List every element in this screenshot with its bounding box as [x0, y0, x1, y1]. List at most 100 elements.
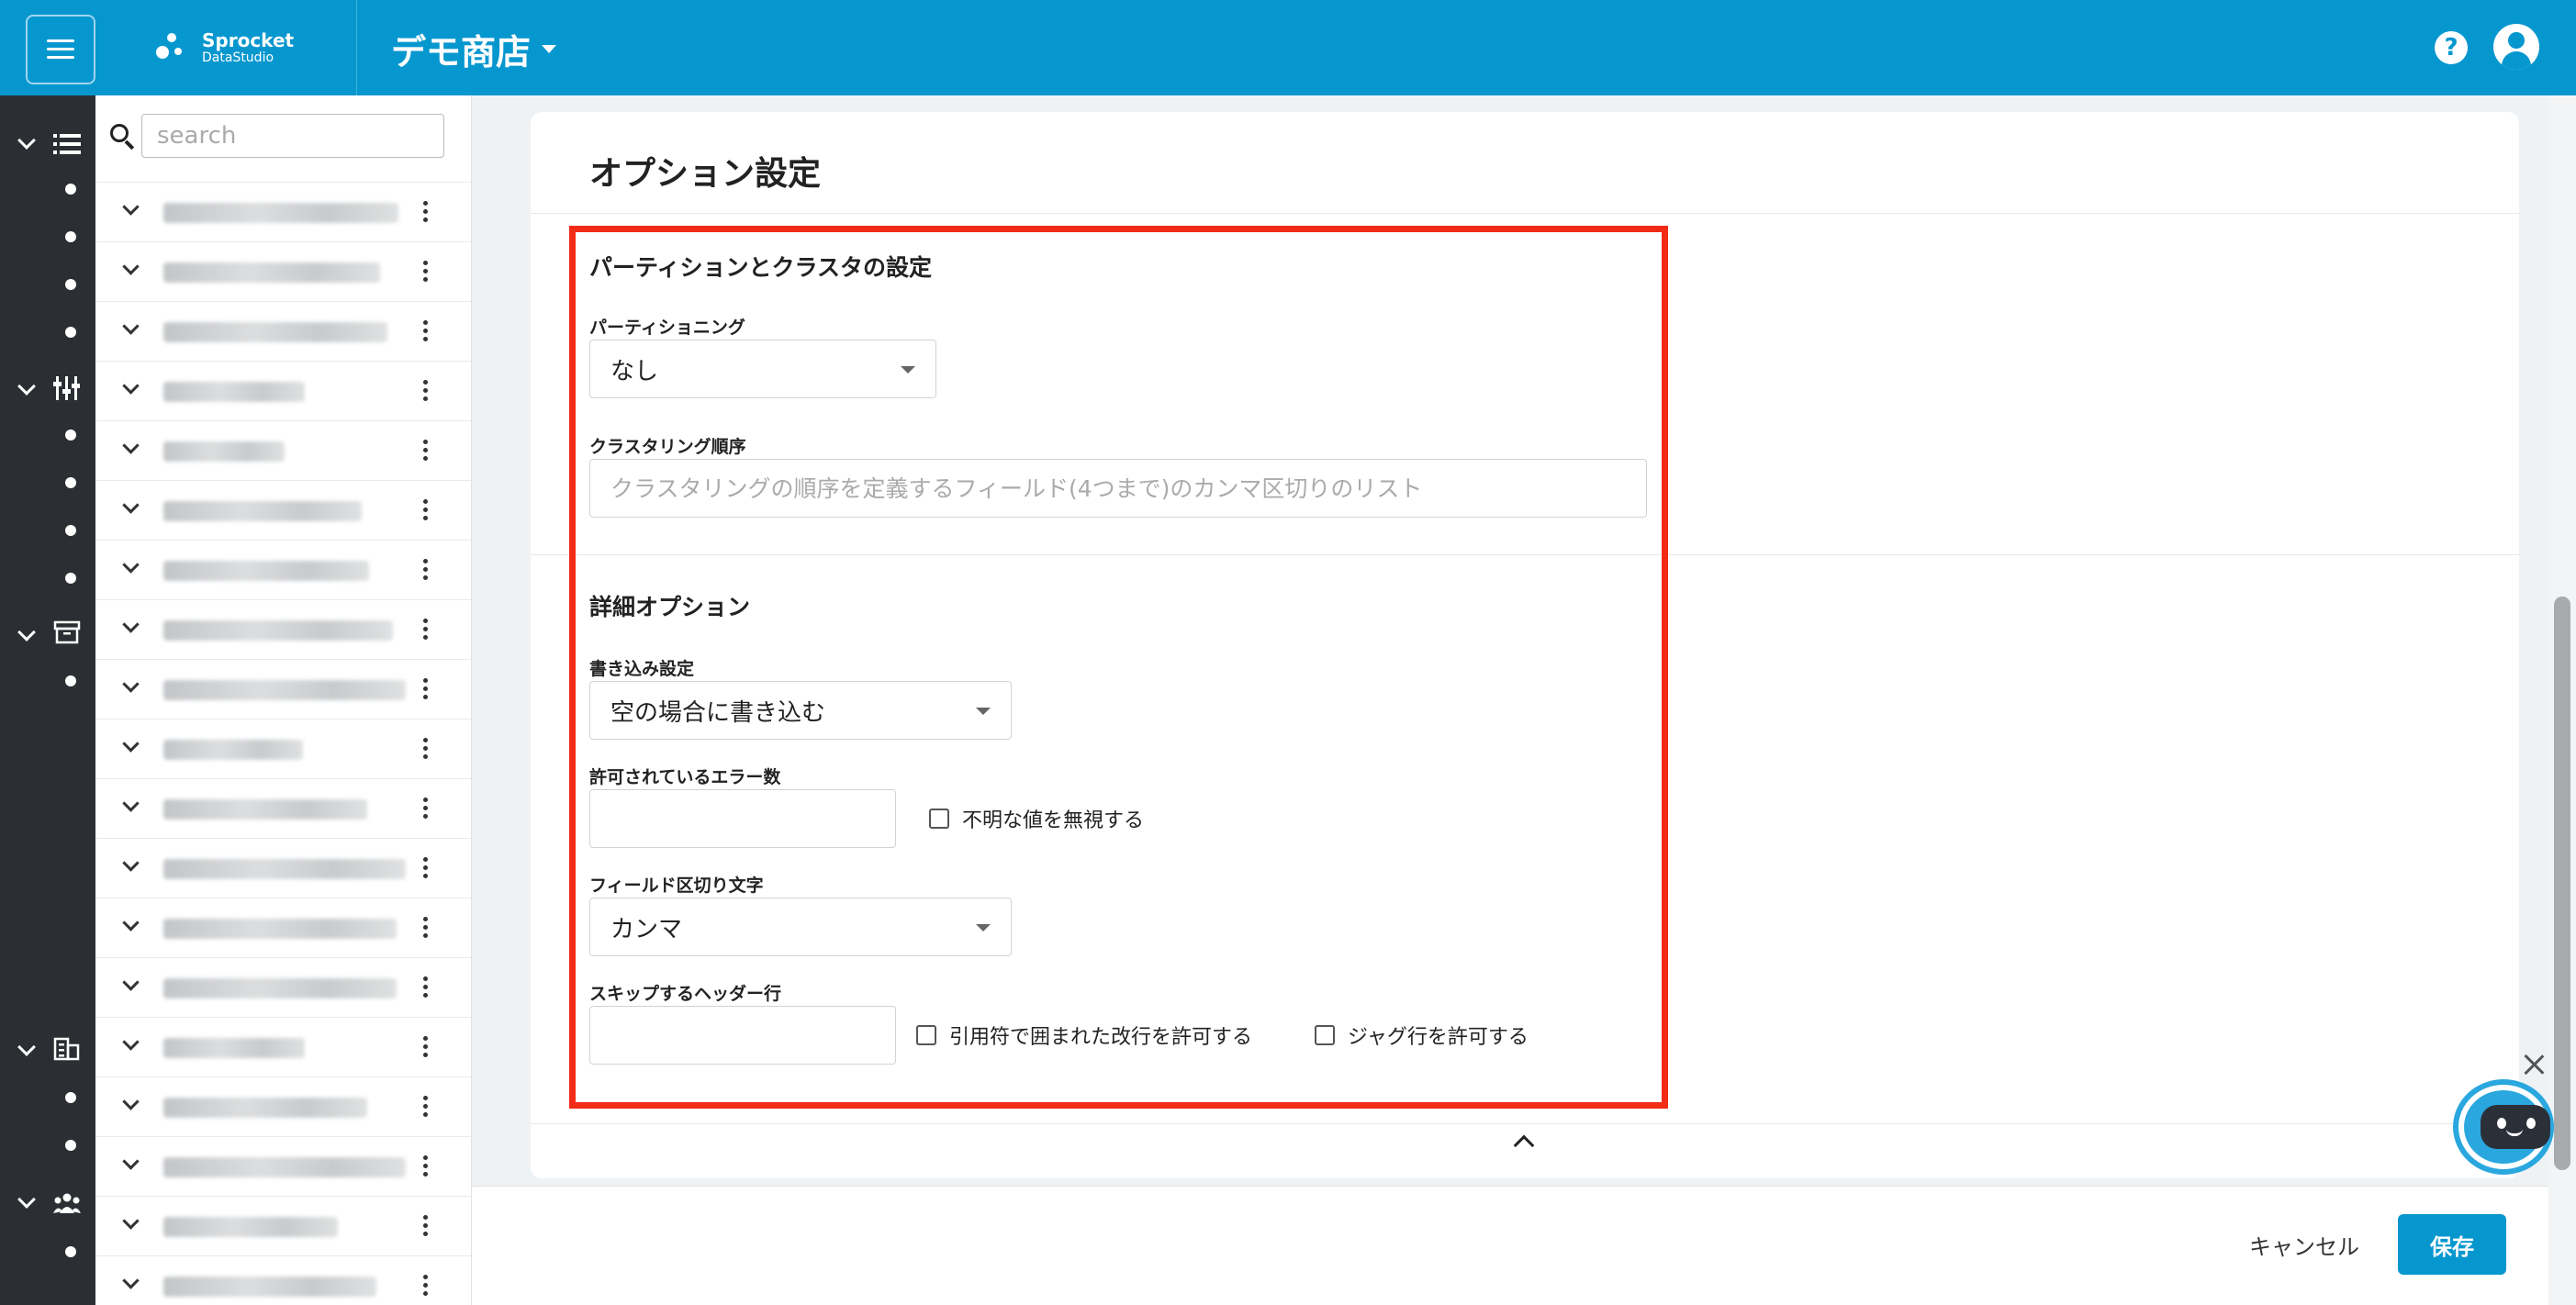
more-vert-icon[interactable] — [422, 440, 428, 463]
allow-quoted-newlines-checkbox[interactable]: 引用符で囲まれた改行を許可する — [916, 1021, 1252, 1050]
more-vert-icon[interactable] — [422, 857, 428, 881]
write-disposition-select[interactable]: 空の場合に書き込む — [589, 681, 1012, 740]
chevron-down-icon[interactable] — [122, 556, 140, 574]
chevron-down-icon[interactable] — [122, 1093, 140, 1110]
more-vert-icon[interactable] — [422, 798, 428, 821]
account-circle-icon[interactable] — [2493, 24, 2539, 70]
tree-row[interactable] — [95, 361, 471, 420]
chevron-down-icon[interactable] — [122, 198, 140, 216]
archive-icon[interactable] — [53, 620, 81, 644]
more-vert-icon[interactable] — [422, 320, 428, 344]
tree-row[interactable] — [95, 182, 471, 241]
chevron-down-icon[interactable] — [122, 258, 140, 275]
help-circle-icon[interactable]: ? — [2435, 31, 2468, 64]
tree-row[interactable] — [95, 301, 471, 361]
more-vert-icon[interactable] — [422, 619, 428, 642]
scrollbar-thumb[interactable] — [2554, 597, 2570, 1170]
more-vert-icon[interactable] — [422, 1096, 428, 1120]
chevron-down-icon[interactable] — [122, 496, 140, 514]
chevron-down-icon[interactable] — [17, 1190, 36, 1209]
more-vert-icon[interactable] — [422, 1275, 428, 1299]
chatbot-button[interactable] — [2453, 1079, 2554, 1175]
chevron-down-icon[interactable] — [122, 735, 140, 753]
rail-dot[interactable] — [65, 279, 76, 290]
rail-dot[interactable] — [65, 477, 76, 488]
more-vert-icon[interactable] — [422, 499, 428, 523]
rail-dot[interactable] — [65, 1140, 76, 1151]
rail-dot[interactable] — [65, 1246, 76, 1257]
more-vert-icon[interactable] — [422, 738, 428, 762]
tree-row[interactable] — [95, 1076, 471, 1136]
more-vert-icon[interactable] — [422, 678, 428, 702]
tree-row[interactable] — [95, 957, 471, 1017]
rail-dot[interactable] — [65, 525, 76, 536]
more-vert-icon[interactable] — [422, 261, 428, 284]
chevron-down-icon[interactable] — [122, 616, 140, 633]
building-icon[interactable] — [53, 1037, 81, 1061]
checkbox-box[interactable] — [916, 1025, 936, 1045]
tree-row[interactable] — [95, 540, 471, 599]
tree-row[interactable] — [95, 898, 471, 957]
more-vert-icon[interactable] — [422, 201, 428, 225]
delimiter-select[interactable]: カンマ — [589, 898, 1012, 956]
equalizer-icon[interactable] — [53, 376, 81, 400]
partitioning-select[interactable]: なし — [589, 340, 936, 398]
chevron-down-icon[interactable] — [122, 795, 140, 812]
list-icon[interactable] — [53, 132, 81, 156]
more-vert-icon[interactable] — [422, 559, 428, 583]
more-vert-icon[interactable] — [422, 1155, 428, 1179]
chevron-down-icon[interactable] — [122, 914, 140, 931]
rail-dot[interactable] — [65, 1092, 76, 1103]
more-vert-icon[interactable] — [422, 976, 428, 1000]
chevron-down-icon[interactable] — [122, 854, 140, 872]
more-vert-icon[interactable] — [422, 917, 428, 941]
clustering-input[interactable] — [589, 459, 1647, 518]
tree-row[interactable] — [95, 420, 471, 480]
chevron-down-icon[interactable] — [122, 675, 140, 693]
tree-row[interactable] — [95, 480, 471, 540]
chevron-down-icon[interactable] — [17, 131, 36, 150]
chevron-down-icon[interactable] — [17, 1038, 36, 1056]
people-icon[interactable] — [53, 1191, 81, 1215]
max-errors-input[interactable] — [589, 789, 896, 848]
chevron-down-icon[interactable] — [122, 1272, 140, 1289]
tree-row[interactable] — [95, 1255, 471, 1305]
rail-dot[interactable] — [65, 675, 76, 686]
skip-header-input[interactable] — [589, 1006, 896, 1065]
chevron-down-icon[interactable] — [122, 1212, 140, 1230]
tree-row[interactable] — [95, 1017, 471, 1076]
more-vert-icon[interactable] — [422, 380, 428, 404]
tree-row[interactable] — [95, 599, 471, 659]
rail-dot[interactable] — [65, 184, 76, 195]
store-switcher[interactable]: デモ商店 — [391, 24, 557, 74]
checkbox-box[interactable] — [1315, 1025, 1335, 1045]
chevron-down-icon[interactable] — [17, 623, 36, 641]
checkbox-box[interactable] — [929, 809, 949, 829]
chevron-down-icon[interactable] — [122, 1153, 140, 1170]
search-input[interactable] — [141, 114, 444, 158]
allow-jagged-rows-checkbox[interactable]: ジャグ行を許可する — [1315, 1021, 1529, 1050]
chevron-down-icon[interactable] — [122, 437, 140, 454]
rail-dot[interactable] — [65, 231, 76, 242]
tree-row[interactable] — [95, 838, 471, 898]
menu-button[interactable] — [26, 15, 95, 84]
rail-dot[interactable] — [65, 573, 76, 584]
tree-row[interactable] — [95, 241, 471, 301]
tree-row[interactable] — [95, 659, 471, 719]
tree-row[interactable] — [95, 1136, 471, 1196]
chevron-down-icon[interactable] — [17, 377, 36, 396]
tree-row[interactable] — [95, 719, 471, 778]
tree-row[interactable] — [95, 1196, 471, 1255]
rail-dot[interactable] — [65, 429, 76, 441]
close-icon[interactable] — [2523, 1054, 2545, 1076]
save-button[interactable]: 保存 — [2398, 1214, 2506, 1275]
chevron-down-icon[interactable] — [122, 974, 140, 991]
rail-dot[interactable] — [65, 327, 76, 338]
chevron-down-icon[interactable] — [122, 318, 140, 335]
chevron-down-icon[interactable] — [122, 377, 140, 395]
cancel-button[interactable]: キャンセル — [2240, 1221, 2369, 1268]
more-vert-icon[interactable] — [422, 1036, 428, 1060]
ignore-unknown-checkbox[interactable]: 不明な値を無視する — [929, 804, 1144, 833]
chevron-down-icon[interactable] — [122, 1033, 140, 1051]
more-vert-icon[interactable] — [422, 1215, 428, 1239]
